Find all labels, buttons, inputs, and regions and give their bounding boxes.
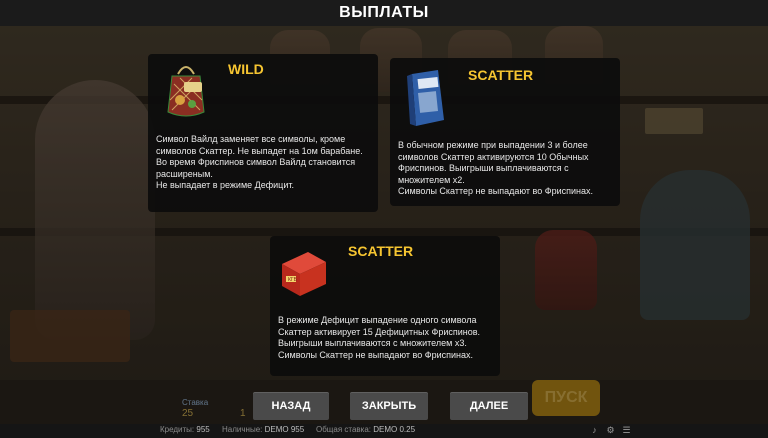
settings-icon[interactable]: ⚙	[606, 426, 615, 435]
cash-value: DEMO 955	[264, 425, 305, 434]
wild-description: Символ Вайлд заменяет все символы, кроме…	[156, 134, 363, 190]
total-stake-info: Общая ставка: DEMO 0.25	[316, 425, 415, 434]
cash-info: Наличные: DEMO 955	[222, 425, 304, 434]
cash-label: Наличные:	[222, 425, 263, 434]
blue-book-icon	[404, 68, 450, 133]
shopping-bag-icon	[166, 62, 206, 123]
spin-button[interactable]: ПУСК	[532, 380, 600, 416]
total-stake-value: DEMO 0.25	[373, 425, 416, 434]
credits-label: Кредиты:	[160, 425, 195, 434]
scatter-normal-title: SCATTER	[468, 67, 534, 83]
wild-panel: WILD Символ Вайлд заменяет все символы, …	[148, 54, 378, 212]
menu-icon[interactable]: ☰	[622, 426, 631, 435]
stake-label: Ставка	[182, 398, 209, 407]
credits-info: Кредиты: 955	[160, 425, 210, 434]
total-stake-label: Общая ставка:	[316, 425, 372, 434]
scatter-normal-description: В обычном режиме при выпадении 3 и более…	[398, 140, 593, 196]
close-button[interactable]: ЗАКРЫТЬ	[350, 392, 428, 420]
credits-value: 955	[196, 425, 210, 434]
next-button[interactable]: ДАЛЕЕ	[450, 392, 528, 420]
svg-text:КГБ: КГБ	[288, 277, 298, 283]
scatter-deficit-title: SCATTER	[348, 243, 414, 259]
page-title: ВЫПЛАТЫ	[339, 4, 429, 21]
lines-value: 1	[240, 408, 246, 419]
wild-title: WILD	[228, 61, 264, 77]
scatter-deficit-panel: КГБ SCATTER В режиме Дефицит выпадение о…	[270, 236, 500, 376]
scatter-deficit-description: В режиме Дефицит выпадение одного символ…	[278, 315, 481, 360]
stake-value: 25	[182, 408, 194, 419]
red-box-icon: КГБ	[278, 246, 330, 303]
scatter-normal-panel: SCATTER В обычном режиме при выпадении 3…	[390, 58, 620, 206]
back-button[interactable]: НАЗАД	[253, 392, 329, 420]
sound-icon[interactable]: ♪	[590, 426, 599, 435]
